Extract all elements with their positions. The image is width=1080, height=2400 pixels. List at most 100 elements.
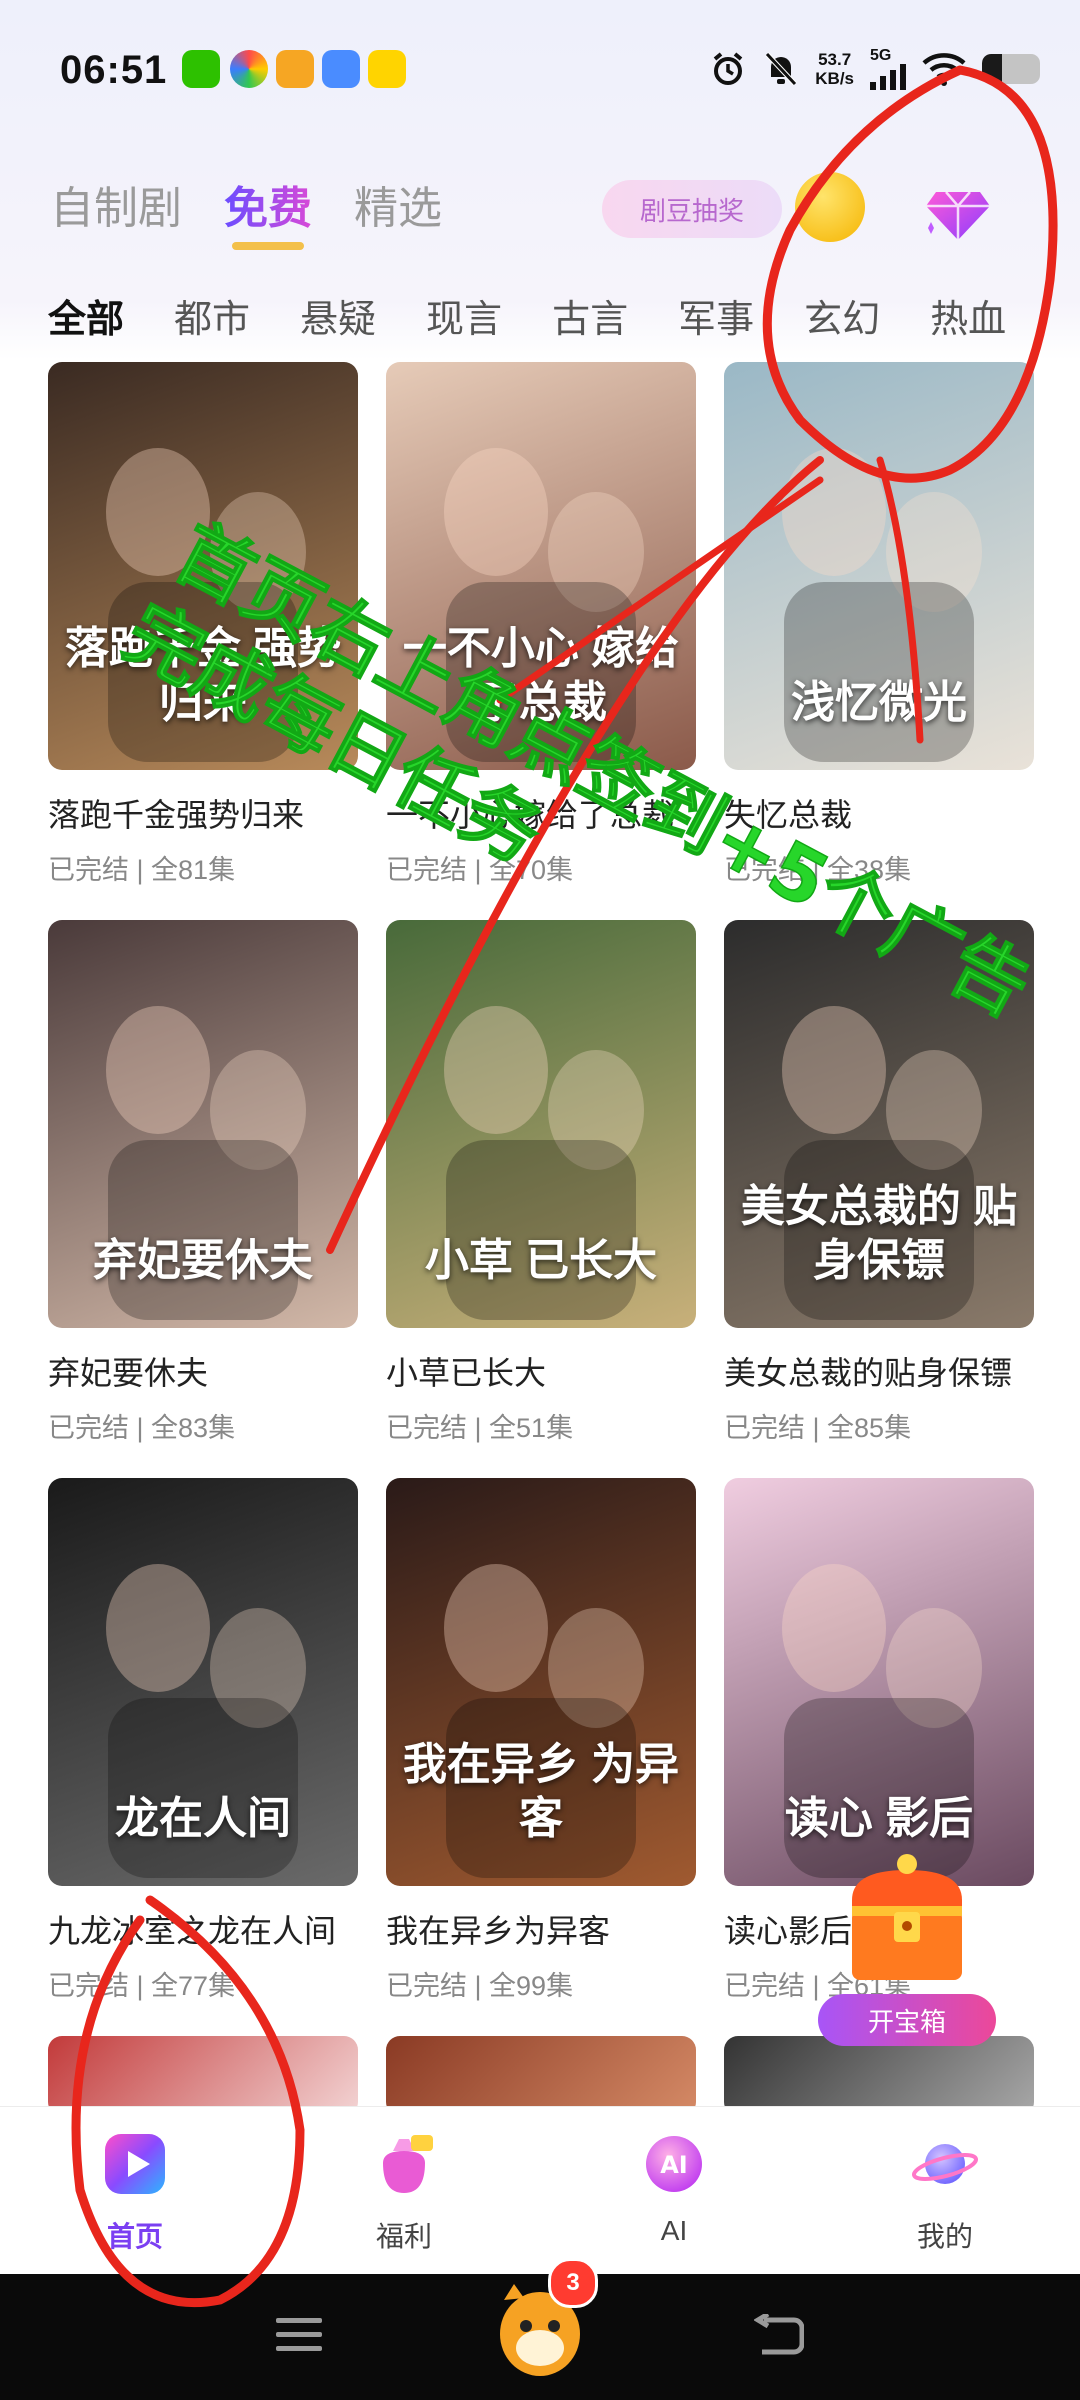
poster-title-art: 龙在人间 [115, 1794, 291, 1843]
drama-poster-partial[interactable] [724, 2036, 1034, 2116]
drama-status: 已完结 [724, 855, 805, 885]
network-speed-value: 53.7 [818, 50, 852, 69]
drama-status: 已完结 [48, 1413, 129, 1443]
menu-icon[interactable] [274, 2314, 324, 2354]
chat-bubble-app-icon [322, 50, 360, 88]
drama-title: 一不小心嫁给了总裁 [386, 797, 675, 833]
drama-poster-partial[interactable] [48, 2036, 358, 2116]
poster-title-art: 美女总裁的 贴身保镖 [740, 1182, 1018, 1285]
yellow-app-icon [368, 50, 406, 88]
drama-title: 小草已长大 [386, 1355, 547, 1391]
drama-title: 我在异乡为异客 [386, 1913, 611, 1949]
nav-mine[interactable]: 我的 [865, 2129, 1025, 2255]
nav-welfare-label: 福利 [375, 2221, 432, 2252]
pinwheel-app-icon [230, 50, 268, 88]
drama-meta: 已完结 | 全70集 [386, 855, 574, 885]
drama-poster[interactable]: 读心 影后 [724, 1478, 1034, 1886]
drama-poster[interactable]: 落跑千金 强势归来 [48, 362, 358, 770]
cell-signal: 5G [870, 48, 906, 90]
tab-featured[interactable]: 精选 [354, 172, 442, 236]
drama-title: 落跑千金强势归来 [48, 797, 305, 833]
battery-level [982, 54, 1003, 84]
drama-meta: 已完结 | 全99集 [386, 1971, 574, 2001]
coin-icon[interactable] [795, 172, 865, 242]
drama-status: 已完结 [386, 855, 467, 885]
drama-episodes: 全77集 [151, 1971, 236, 2001]
drama-card[interactable]: 我在异乡 为异客我在异乡为异客已完结 | 全99集 [386, 1478, 696, 2003]
network-speed-unit: KB/s [815, 69, 854, 88]
drama-card[interactable]: 落跑千金 强势归来落跑千金强势归来已完结 | 全81集 [48, 362, 358, 887]
tab-self-made[interactable]: 自制剧 [50, 172, 182, 236]
drama-poster[interactable]: 美女总裁的 贴身保镖 [724, 920, 1034, 1328]
category-fantasy[interactable]: 玄幻 [804, 288, 880, 343]
lottery-button[interactable]: 剧豆抽奖 [602, 180, 782, 238]
diamond-icon[interactable] [918, 170, 998, 250]
drama-card[interactable]: 一不小心 嫁给了总裁一不小心嫁给了总裁已完结 | 全70集 [386, 362, 696, 887]
ai-orb-icon: AI [646, 2136, 702, 2192]
planet-icon [912, 2144, 978, 2184]
nav-home[interactable]: 首页 [55, 2129, 215, 2255]
category-military[interactable]: 军事 [678, 288, 754, 343]
nav-home-label: 首页 [106, 2221, 163, 2252]
poster-title-art: 浅忆微光 [791, 678, 967, 727]
drama-episodes: 全83集 [151, 1413, 236, 1443]
mute-bell-icon [765, 52, 798, 86]
drama-poster[interactable]: 浅忆微光 [724, 362, 1034, 770]
category-suspense[interactable]: 悬疑 [300, 288, 376, 343]
drama-card[interactable]: 浅忆微光 失忆总裁 已完结 | 全38集 [724, 362, 1034, 887]
drama-card[interactable]: 弃妃要休夫 弃妃要休夫 已完结 | 全83集 [48, 920, 358, 1445]
category-all[interactable]: 全部 [48, 288, 124, 343]
status-icons: 53.7 KB/s 5G [709, 44, 1040, 94]
treasure-chest-icon[interactable] [842, 1850, 972, 1990]
category-urban[interactable]: 都市 [174, 288, 250, 343]
drama-meta: 已完结 | 全81集 [48, 855, 236, 885]
drama-status: 已完结 [48, 855, 129, 885]
nav-mine-label: 我的 [916, 2221, 973, 2252]
poster-title-art: 落跑千金 强势归来 [64, 624, 342, 727]
nav-welfare[interactable]: 福利 [324, 2129, 484, 2255]
drama-poster-partial[interactable] [386, 2036, 696, 2116]
open-treasure-button[interactable]: 开宝箱 [818, 1994, 996, 2046]
drama-episodes: 全99集 [489, 1971, 574, 2001]
drama-card[interactable]: 小草 已长大 小草已长大 已完结 | 全51集 [386, 920, 696, 1445]
drama-meta: 已完结 | 全38集 [724, 855, 912, 885]
category-ancient-romance[interactable]: 古言 [552, 288, 628, 343]
drama-episodes: 全81集 [151, 855, 236, 885]
drama-status: 已完结 [386, 1413, 467, 1443]
notification-badge: 3 [548, 2258, 598, 2308]
poster-title-art: 读心 影后 [784, 1794, 974, 1843]
drama-title: 弃妃要休夫 [48, 1355, 209, 1391]
drama-title: 美女总裁的贴身保镖 [724, 1355, 1013, 1391]
home-play-icon [105, 2134, 165, 2194]
poster-title-art: 小草 已长大 [424, 1236, 658, 1285]
top-tabs: 自制剧 免费 精选 [50, 172, 442, 250]
drama-poster[interactable]: 弃妃要休夫 [48, 920, 358, 1328]
system-navigation-bar [0, 2274, 1080, 2400]
bottom-navigation: 首页 福利 AI AI 我的 [0, 2106, 1080, 2275]
category-hot-blooded[interactable]: 热血 [930, 288, 1006, 343]
drama-status: 已完结 [724, 1413, 805, 1443]
drama-episodes: 全51集 [489, 1413, 574, 1443]
drama-status: 已完结 [724, 1971, 805, 2001]
active-tab-indicator [232, 242, 304, 250]
drama-episodes: 全38集 [827, 855, 912, 885]
drama-poster[interactable]: 小草 已长大 [386, 920, 696, 1328]
back-icon[interactable] [754, 2314, 804, 2356]
drama-title: 九龙冰室之龙在人间 [48, 1913, 337, 1949]
drama-status: 已完结 [48, 1971, 129, 2001]
drama-poster[interactable]: 龙在人间 [48, 1478, 358, 1886]
drama-poster[interactable]: 我在异乡 为异客 [386, 1478, 696, 1886]
category-modern-romance[interactable]: 现言 [426, 288, 502, 343]
drama-status: 已完结 [386, 1971, 467, 2001]
wifi-icon [922, 53, 966, 86]
network-speed: 53.7 KB/s [815, 50, 854, 88]
drama-poster[interactable]: 一不小心 嫁给了总裁 [386, 362, 696, 770]
tab-free[interactable]: 免费 [224, 172, 312, 250]
nav-ai[interactable]: AI AI [594, 2129, 754, 2247]
wechat-icon [182, 50, 220, 88]
drama-card[interactable]: 美女总裁的 贴身保镖 美女总裁的贴身保镖 已完结 | 全85集 [724, 920, 1034, 1445]
drama-card[interactable]: 龙在人间 九龙冰室之龙在人间 已完结 | 全77集 [48, 1478, 358, 2003]
signal-bars-icon [870, 64, 906, 90]
battery-icon [982, 54, 1040, 84]
poster-title-art: 弃妃要休夫 [93, 1236, 313, 1285]
